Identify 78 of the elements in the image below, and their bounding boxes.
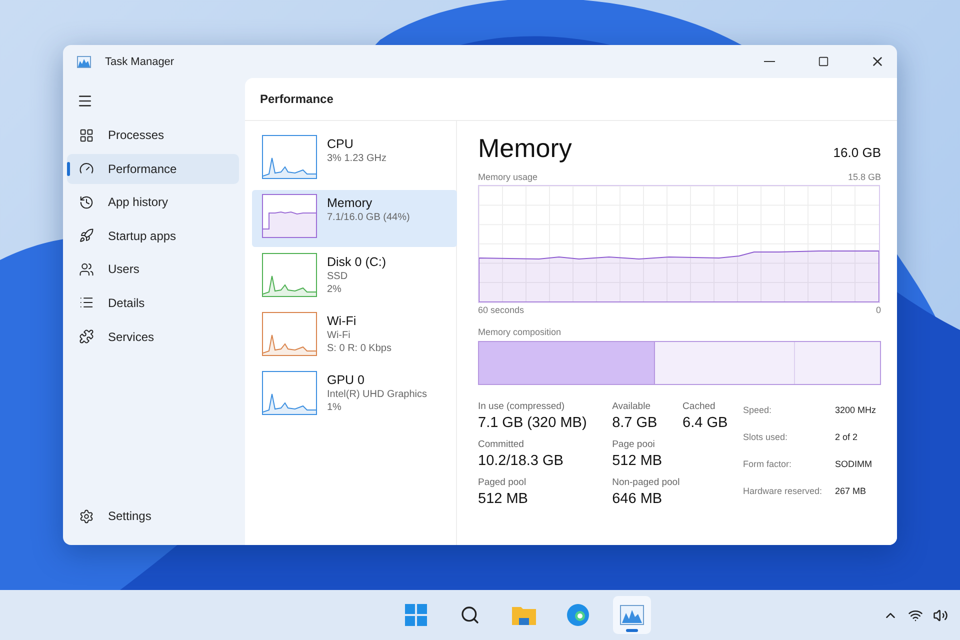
- device-detail: 3% 1.23 GHz: [327, 153, 386, 164]
- gauge-icon: [79, 161, 94, 176]
- nav-item[interactable]: Users: [67, 254, 239, 284]
- time-span-label: 60 seconds: [478, 305, 524, 315]
- selection-indicator: [67, 162, 70, 176]
- device-detail: 1%: [327, 402, 342, 413]
- browser-icon: [566, 603, 590, 627]
- graph-window-icon: [77, 56, 91, 68]
- active-indicator: [626, 629, 638, 632]
- nav-item[interactable]: Services: [67, 322, 239, 352]
- rocket-icon: [79, 228, 94, 244]
- device-detail: Intel(R) UHD Graphics: [327, 389, 428, 400]
- stat-label: Committed: [478, 439, 525, 450]
- grid-icon: [79, 128, 94, 142]
- device-detail: 7.1/16.0 GB (44%): [327, 212, 410, 223]
- device-detail: SSD: [327, 271, 349, 282]
- stat-label: Non-paged pool: [612, 477, 681, 488]
- puzzle-icon: [79, 329, 94, 344]
- spec-value: 267 MB: [835, 486, 868, 498]
- nav-item[interactable]: Startup apps: [67, 220, 239, 251]
- nav-item[interactable]: App history: [67, 187, 239, 218]
- speaker-icon[interactable]: [933, 608, 948, 622]
- device-detail: Wi-Fi: [327, 330, 352, 341]
- device-item[interactable]: Wi-Fi Wi-Fi S: 0 R: 0 Kbps: [252, 308, 457, 365]
- menu-icon: [77, 93, 93, 109]
- device-detail: S: 0 R: 0 Kbps: [327, 343, 392, 354]
- folder-icon: [512, 605, 536, 625]
- search-icon: [460, 605, 480, 625]
- device-item[interactable]: Disk 0 (C:) SSD 2%: [252, 249, 457, 306]
- device-name: Wi-Fi: [327, 314, 358, 328]
- maximize-icon: [818, 56, 828, 67]
- spec-label: Form factor:: [743, 459, 793, 471]
- stat-value: 8.7 GB: [612, 415, 658, 431]
- stat-label: In use (compressed): [478, 401, 566, 412]
- device-item[interactable]: GPU 0 Intel(R) UHD Graphics 1%: [252, 367, 457, 424]
- minimize-icon: [764, 61, 774, 62]
- spec-value: 2 of 2: [835, 432, 859, 444]
- time-end-label: 0: [876, 305, 881, 315]
- spec-value: SODIMM: [835, 459, 873, 471]
- stat-label: Paged pool: [478, 477, 528, 488]
- stat-value: 646 MB: [612, 491, 664, 507]
- device-name: GPU 0: [327, 373, 366, 387]
- stat-label: Available: [612, 401, 652, 412]
- device-name: Disk 0 (C:): [327, 255, 386, 269]
- device-name: Memory: [327, 196, 374, 210]
- users-icon: [79, 262, 94, 277]
- nav-item[interactable]: Processes: [67, 120, 239, 150]
- history-icon: [79, 194, 94, 210]
- chart-label: Memory usage: [478, 172, 538, 182]
- stat-label: Page pooi: [612, 439, 656, 450]
- spec-value: 3200 MHz: [835, 405, 876, 417]
- device-name: CPU: [327, 137, 354, 151]
- windows-logo-icon: [405, 604, 427, 626]
- settings-item[interactable]: Settings: [67, 501, 239, 532]
- page-title: Performance: [260, 92, 334, 106]
- graph-window-icon: [620, 605, 644, 625]
- detail-title: Memory: [478, 133, 572, 164]
- nav-item[interactable]: Performance: [67, 154, 239, 184]
- total-memory: 16.0 GB: [833, 145, 881, 160]
- stat-value: 6.4 GB: [682, 415, 729, 431]
- stat-value: 512 MB: [478, 491, 529, 507]
- window-title: Task Manager: [105, 56, 176, 68]
- spec-label: Speed:: [743, 405, 773, 417]
- settings-icon: [79, 508, 94, 524]
- chart-max-label: 15.8 GB: [848, 172, 881, 182]
- nav-item[interactable]: Details: [67, 288, 239, 318]
- device-item[interactable]: Memory 7.1/16.0 GB (44%): [252, 190, 457, 247]
- list-icon: [79, 295, 94, 310]
- stat-value: 7.1 GB (320 MB): [478, 415, 588, 431]
- device-item[interactable]: CPU 3% 1.23 GHz: [252, 131, 457, 188]
- composition-label: Memory composition: [478, 327, 562, 337]
- device-detail: 2%: [327, 284, 342, 295]
- spec-label: Slots used:: [743, 432, 789, 444]
- stat-value: 10.2/18.3 GB: [478, 453, 564, 469]
- wifi-icon[interactable]: [908, 608, 923, 622]
- spec-label: Hardware reserved:: [743, 486, 824, 498]
- stat-label: Cached: [682, 401, 716, 412]
- stat-value: 512 MB: [612, 453, 664, 469]
